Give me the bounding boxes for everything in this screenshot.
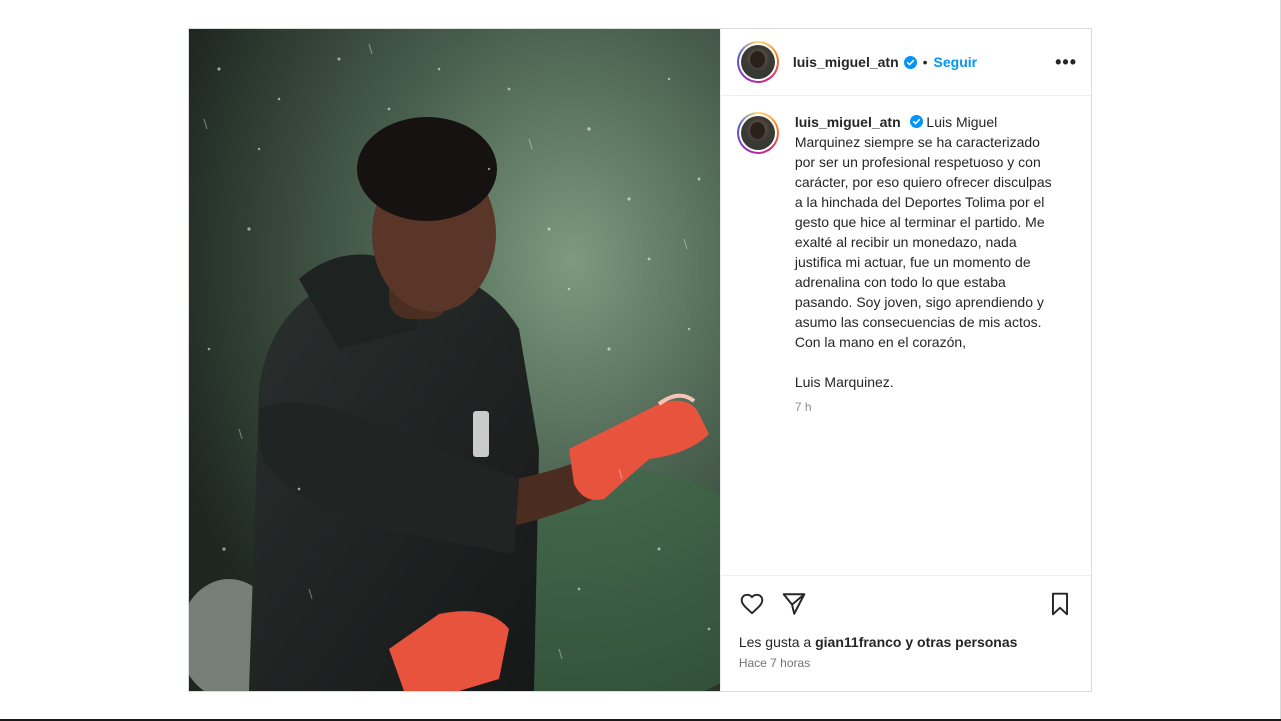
caption-avatar[interactable] [736,112,779,154]
caption: luis_miguel_atn Luis Miguel Marquinez si… [736,112,1075,414]
post-side-panel: luis_miguel_atn • Seguir ••• luis_miguel… [719,29,1091,691]
header-separator: • [922,54,928,70]
post-photo[interactable] [189,29,720,691]
follow-button[interactable]: Seguir [934,54,978,70]
caption-text: Luis Miguel Marquinez siempre se ha cara… [794,114,1052,350]
post-actions-area: Les gusta a gian11franco y otras persona… [720,575,1091,691]
caption-username[interactable]: luis_miguel_atn [795,114,901,130]
instagram-post: luis_miguel_atn • Seguir ••• luis_miguel… [188,28,1092,692]
posted-time[interactable]: Hace 7 horas [739,656,1073,670]
caption-time-ago[interactable]: 7 h [795,400,1059,414]
bookmark-icon[interactable] [1047,591,1073,617]
heart-icon[interactable] [739,591,765,617]
caption-verified-badge-icon [909,113,923,128]
caption-avatar-image [740,116,775,150]
paper-plane-icon[interactable] [781,591,807,617]
likes-user[interactable]: gian11franco [815,634,901,650]
caption-text-block: luis_miguel_atn Luis Miguel Marquinez si… [795,112,1059,352]
likes-summary[interactable]: Les gusta a gian11franco y otras persona… [739,634,1073,650]
likes-prefix: Les gusta a [738,634,812,650]
photo-goalkeeper-in-rain [189,29,720,691]
caption-signature: Luis Marquinez. [794,374,894,390]
header-username[interactable]: luis_miguel_atn [793,54,899,70]
verified-badge-icon [903,55,917,69]
post-header: luis_miguel_atn • Seguir ••• [720,29,1091,96]
comments-section: luis_miguel_atn Luis Miguel Marquinez si… [721,96,1091,575]
caption-body: luis_miguel_atn Luis Miguel Marquinez si… [795,112,1059,414]
more-horizontal-icon[interactable]: ••• [1055,53,1077,71]
likes-suffix[interactable]: y otras personas [905,634,1017,650]
action-bar [739,590,1073,618]
avatar-image [740,45,775,79]
avatar[interactable] [736,41,779,83]
